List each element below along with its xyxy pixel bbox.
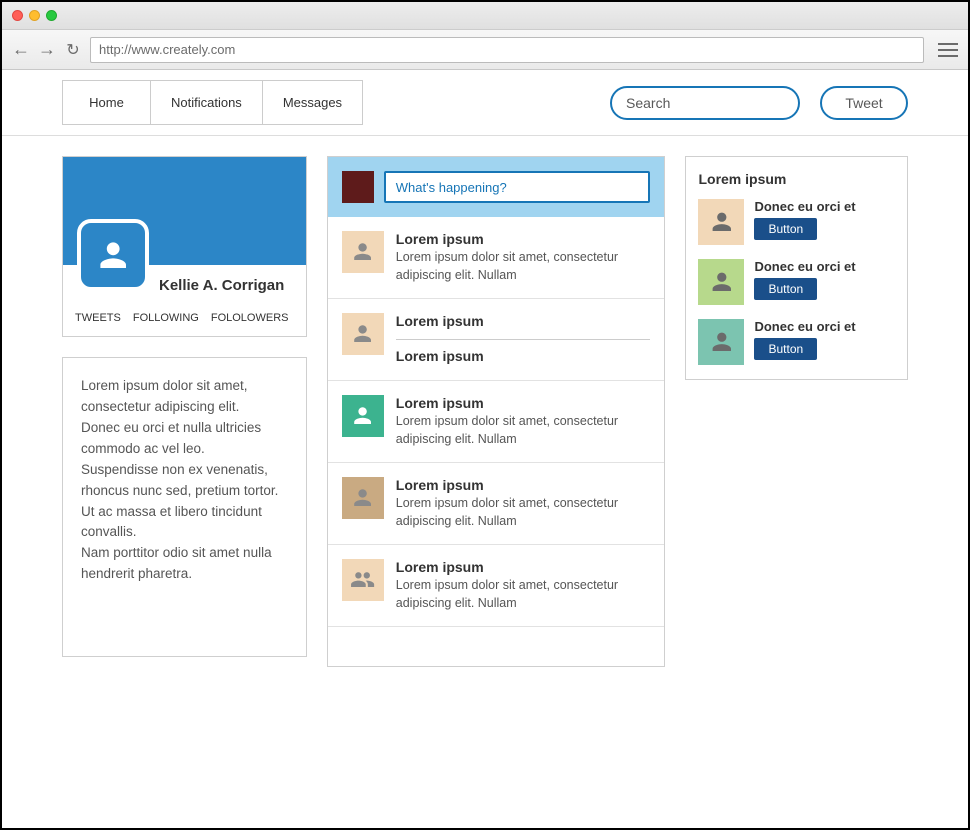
person-icon — [350, 321, 375, 346]
back-icon[interactable]: ← — [12, 39, 30, 60]
feed-item-title: Lorem ipsum — [396, 477, 651, 493]
profile-name: Kellie A. Corrigan — [159, 277, 294, 294]
compose-area: What's happening? — [328, 157, 665, 217]
person-icon — [94, 236, 132, 274]
profile-stats: TWEETS FOLLOWING FOLOLOWERS — [63, 294, 306, 336]
app-header: Home Notifications Messages Search Tweet — [2, 70, 968, 136]
nav-tabs: Home Notifications Messages — [62, 80, 363, 125]
feed-avatar — [342, 313, 384, 355]
window-minimize-icon[interactable] — [29, 10, 40, 21]
person-icon — [350, 485, 375, 510]
person-icon — [708, 208, 736, 236]
suggestion-avatar — [698, 259, 744, 305]
feed-item[interactable]: Lorem ipsum Lorem ipsum dolor sit amet, c… — [328, 462, 665, 544]
window-maximize-icon[interactable] — [46, 10, 57, 21]
suggestion-name: Donec eu orci et — [754, 319, 895, 334]
feed-avatar — [342, 477, 384, 519]
suggestions-card: Lorem ipsum Donec eu orci etButtonDonec … — [685, 156, 908, 380]
stat-followers[interactable]: FOLOLOWERS — [211, 312, 289, 324]
nav-tab-messages[interactable]: Messages — [263, 81, 362, 124]
suggestion-button[interactable]: Button — [754, 278, 817, 300]
suggestion-button[interactable]: Button — [754, 338, 817, 360]
stat-following[interactable]: FOLLOWING — [133, 312, 199, 324]
suggestion-item: Donec eu orci et Button — [698, 259, 895, 305]
feed-avatar — [342, 231, 384, 273]
suggestion-item: Donec eu orci et Button — [698, 319, 895, 365]
feed-item-text: Lorem ipsum dolor sit amet, consectetur … — [396, 577, 651, 612]
forward-icon[interactable]: → — [38, 39, 56, 60]
reload-icon[interactable]: ↻ — [64, 40, 82, 60]
feed-avatar — [342, 395, 384, 437]
feed-item-text: Lorem ipsum dolor sit amet, consectetur … — [396, 495, 651, 530]
menu-icon[interactable] — [938, 43, 958, 57]
person-icon — [708, 328, 736, 356]
search-input[interactable]: Search — [610, 86, 800, 120]
suggestion-name: Donec eu orci et — [754, 259, 895, 274]
suggestion-avatar — [698, 199, 744, 245]
person-icon — [350, 403, 375, 428]
tweet-button[interactable]: Tweet — [820, 86, 908, 120]
person-icon — [708, 268, 736, 296]
feed-column: What's happening? Lorem ipsumLorem ipsum… — [327, 156, 666, 667]
left-column: Kellie A. Corrigan TWEETS FOLLOWING FOLO… — [62, 156, 307, 667]
stat-tweets[interactable]: TWEETS — [75, 312, 121, 324]
compose-input[interactable]: What's happening? — [384, 171, 651, 203]
suggestion-item: Donec eu orci et Button — [698, 199, 895, 245]
suggestion-name: Donec eu orci et — [754, 199, 895, 214]
bio-card: Lorem ipsum dolor sit amet, consectetur … — [62, 357, 307, 657]
main-content: Kellie A. Corrigan TWEETS FOLLOWING FOLO… — [2, 136, 968, 687]
compose-avatar — [342, 171, 374, 203]
person-icon — [350, 239, 375, 264]
feed-item[interactable]: Lorem ipsum Lorem ipsum dolor sit amet, c… — [328, 217, 665, 298]
suggestion-avatar — [698, 319, 744, 365]
feed-item-text: Lorem ipsum dolor sit amet, consectetur … — [396, 249, 651, 284]
browser-toolbar: ← → ↻ http://www.creately.com — [2, 30, 968, 70]
suggestions-title: Lorem ipsum — [698, 171, 895, 187]
browser-titlebar — [2, 2, 968, 30]
feed-avatar — [342, 559, 384, 601]
nav-tab-home[interactable]: Home — [63, 81, 151, 124]
feed-item-text: Lorem ipsum dolor sit amet, consectetur … — [396, 413, 651, 448]
profile-avatar[interactable] — [77, 219, 149, 291]
nav-tab-notifications[interactable]: Notifications — [151, 81, 263, 124]
feed-spacer — [328, 626, 665, 666]
feed-item[interactable]: Lorem ipsum Lorem ipsum — [328, 298, 665, 380]
group-icon — [350, 567, 375, 592]
feed-item-title: Lorem ipsum — [396, 313, 651, 329]
profile-card: Kellie A. Corrigan TWEETS FOLLOWING FOLO… — [62, 156, 307, 337]
feed-item-title: Lorem ipsum — [396, 231, 651, 247]
feed-item[interactable]: Lorem ipsum Lorem ipsum dolor sit amet, c… — [328, 380, 665, 462]
window-close-icon[interactable] — [12, 10, 23, 21]
feed-item-subtitle: Lorem ipsum — [396, 348, 651, 364]
feed-item[interactable]: Lorem ipsum Lorem ipsum dolor sit amet, c… — [328, 544, 665, 626]
address-bar[interactable]: http://www.creately.com — [90, 37, 924, 63]
feed-item-title: Lorem ipsum — [396, 559, 651, 575]
feed-item-title: Lorem ipsum — [396, 395, 651, 411]
suggestion-button[interactable]: Button — [754, 218, 817, 240]
right-column: Lorem ipsum Donec eu orci etButtonDonec … — [685, 156, 908, 667]
